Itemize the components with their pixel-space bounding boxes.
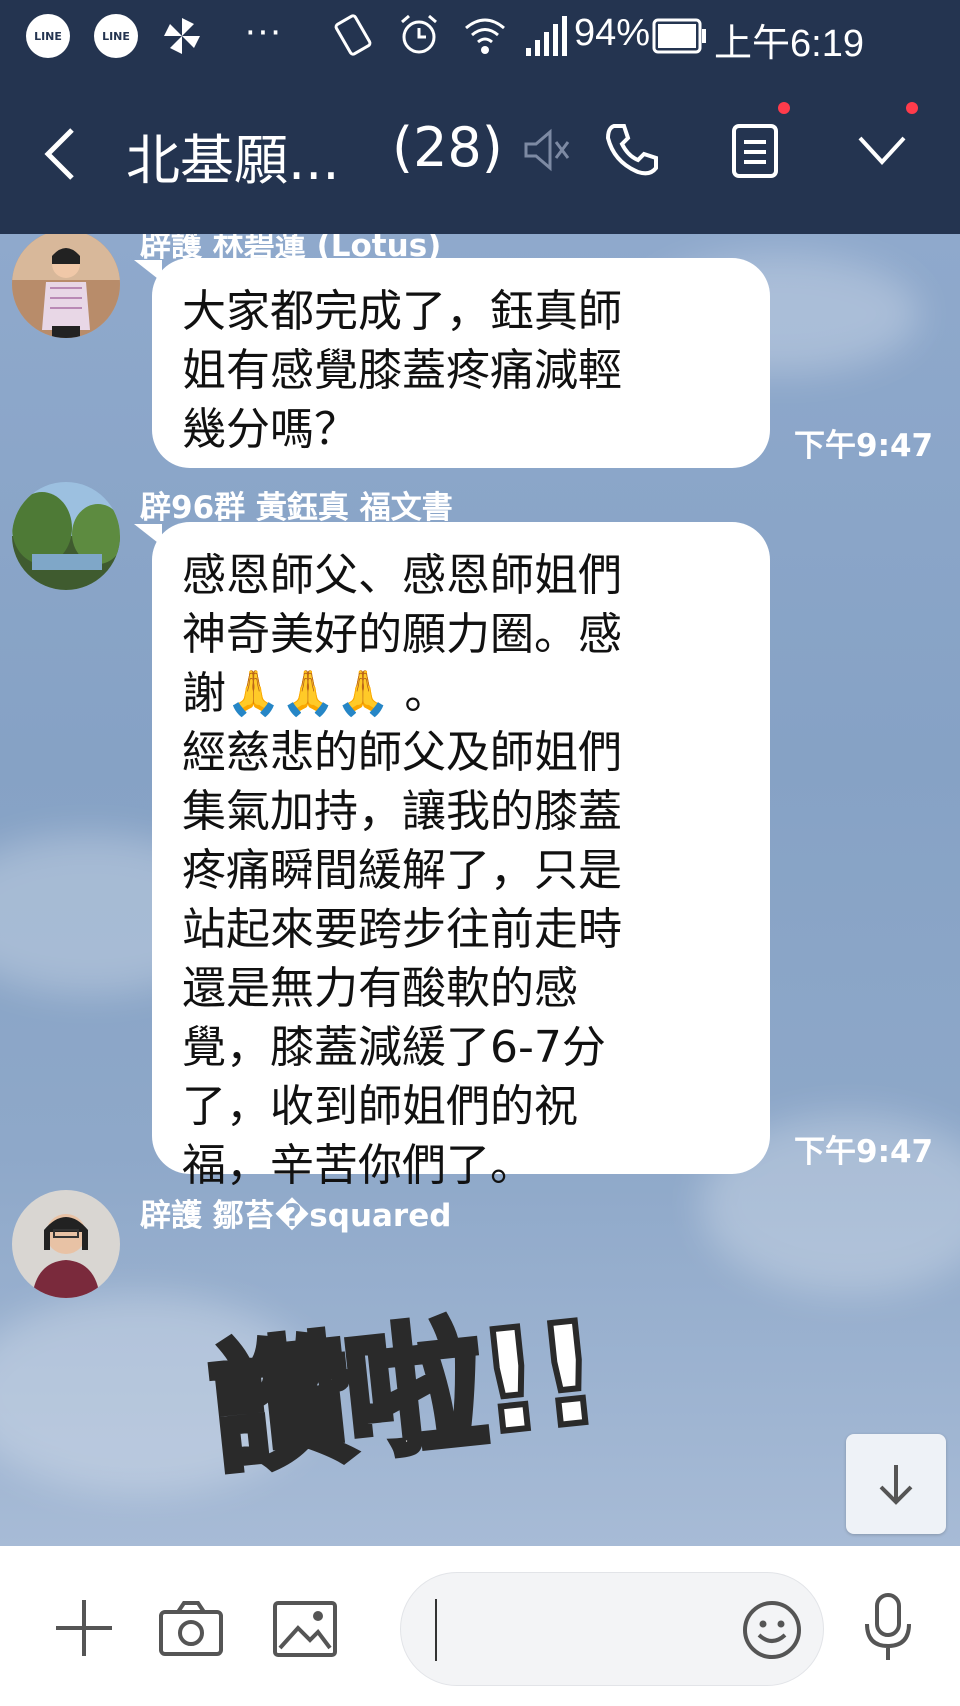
pinwheel-icon — [164, 18, 200, 54]
line-app-icon: LINE — [26, 14, 70, 58]
sender-name: 辟96群 黃鈺真 福文書 — [140, 490, 453, 526]
notes-icon[interactable] — [730, 120, 780, 180]
mute-icon — [524, 128, 570, 172]
input-bar — [0, 1546, 960, 1706]
phone-icon[interactable] — [600, 120, 660, 180]
message-input-field[interactable] — [400, 1572, 824, 1686]
avatar[interactable] — [12, 482, 120, 590]
emoji-icon[interactable] — [741, 1599, 803, 1661]
avatar[interactable] — [12, 1190, 120, 1298]
wifi-icon — [465, 18, 505, 54]
battery-icon — [652, 18, 706, 54]
notes-badge-dot — [778, 102, 790, 114]
message-bubble[interactable]: 大家都完成了，鈺真師 姐有感覺膝蓋疼痛減輕 幾分嗎？ — [152, 258, 770, 468]
arrow-down-icon — [879, 1465, 913, 1505]
avatar[interactable] — [12, 234, 120, 338]
image-icon[interactable] — [272, 1600, 338, 1658]
alarm-icon — [401, 14, 437, 54]
member-count: (28) — [392, 116, 503, 179]
signal-icon — [526, 16, 567, 56]
back-chevron-icon[interactable] — [40, 124, 80, 184]
message-bubble[interactable]: 感恩師父、感恩師姐們 神奇美好的願力圈。感 謝🙏🙏🙏 。 經慈悲的師父及師姐們 … — [152, 522, 770, 1191]
camera-icon[interactable] — [158, 1600, 224, 1658]
sender-name: 辟護 鄒苔�squared — [140, 1198, 452, 1234]
microphone-icon[interactable] — [862, 1592, 914, 1664]
chat-area[interactable]: 辟護 林碧蓮 (Lotus) 大家都完成了，鈺真師 姐有感覺膝蓋疼痛減輕 幾分嗎… — [0, 234, 960, 1546]
menu-badge-dot — [906, 102, 918, 114]
vibrate-icon — [334, 14, 372, 56]
line-badge-label: LINE — [102, 29, 130, 43]
chat-title[interactable]: 北基願... — [126, 116, 340, 195]
plus-icon[interactable] — [52, 1596, 116, 1660]
line-app-icon: LINE — [94, 14, 138, 58]
more-notifications: ··· — [244, 10, 282, 52]
battery-percent: 94% — [574, 12, 651, 54]
message-time: 下午9:47 — [794, 428, 934, 464]
message-input[interactable] — [435, 1603, 719, 1655]
message-time: 下午9:47 — [794, 1134, 934, 1170]
chevron-down-icon[interactable] — [856, 132, 908, 168]
clock: 上午6:19 — [714, 23, 864, 65]
status-bar: LINE LINE ··· 94% 上午6:19 — [0, 0, 960, 72]
sticker[interactable]: 讚啦!! — [200, 1260, 606, 1501]
scroll-to-bottom-button[interactable] — [846, 1434, 946, 1534]
chat-header: 北基願... (28) — [0, 72, 960, 234]
line-badge-label: LINE — [34, 29, 62, 43]
